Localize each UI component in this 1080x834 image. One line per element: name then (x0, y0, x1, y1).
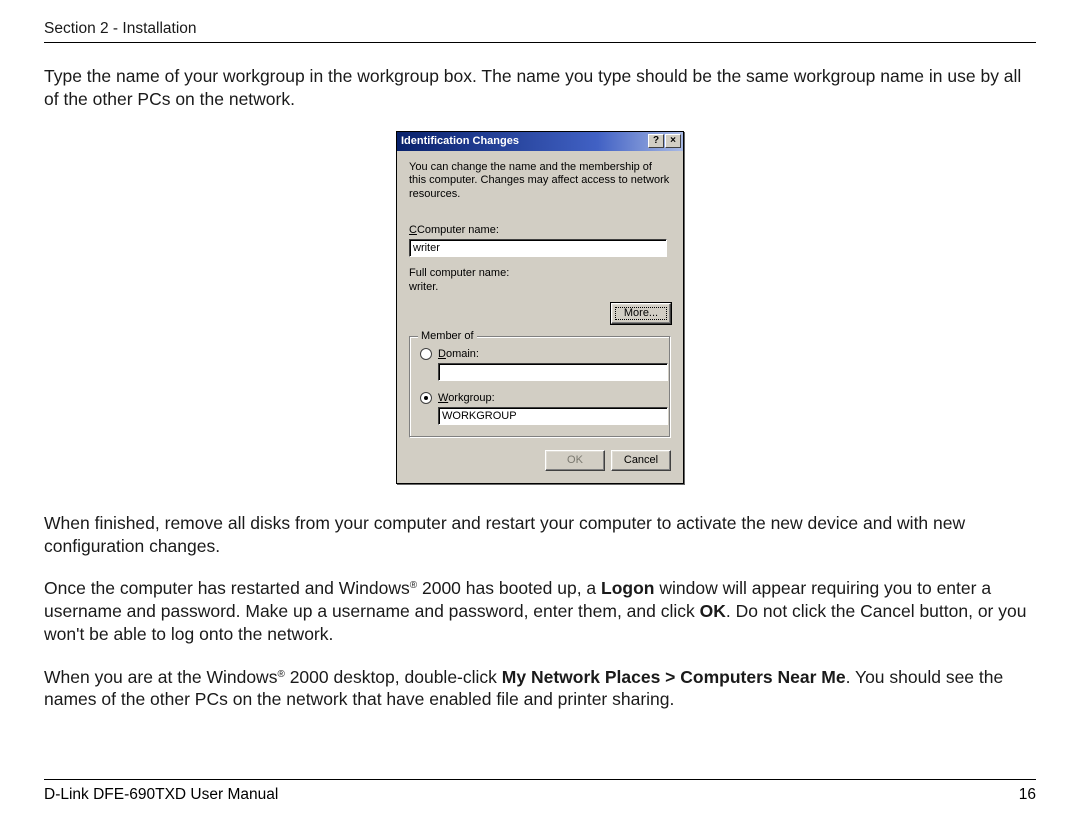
full-computer-name-value: writer. (409, 281, 671, 293)
para-3: Once the computer has restarted and Wind… (44, 577, 1036, 645)
page-footer: D-Link DFE-690TXD User Manual 16 (44, 779, 1036, 804)
workgroup-input[interactable] (438, 407, 668, 425)
para-4: When you are at the Windows® 2000 deskto… (44, 666, 1036, 712)
para-2: When finished, remove all disks from you… (44, 512, 1036, 558)
dialog-description: You can change the name and the membersh… (409, 161, 671, 202)
computer-name-label: CComputer name: (409, 224, 671, 236)
titlebar-buttons: ? × (648, 134, 681, 148)
footer-left: D-Link DFE-690TXD User Manual (44, 786, 278, 804)
dialog-title: Identification Changes (401, 135, 519, 147)
domain-radio-label: Domain: (438, 348, 479, 360)
domain-radio[interactable] (420, 348, 432, 360)
page-header: Section 2 - Installation (44, 20, 1036, 43)
close-icon[interactable]: × (665, 134, 681, 148)
domain-radio-row[interactable]: Domain: (420, 348, 660, 360)
computer-name-input[interactable] (409, 239, 667, 257)
page-number: 16 (1019, 786, 1036, 804)
cancel-button[interactable]: Cancel (611, 450, 671, 471)
more-button[interactable]: More... (611, 303, 671, 324)
domain-input[interactable] (438, 363, 668, 381)
full-computer-name-label: Full computer name: (409, 267, 671, 279)
dialog-body: You can change the name and the membersh… (397, 151, 683, 483)
member-of-fieldset: Member of Domain: Workgroup: (409, 336, 671, 438)
workgroup-radio[interactable] (420, 392, 432, 404)
dialog-screenshot: Identification Changes ? × You can chang… (44, 131, 1036, 484)
para-1: Type the name of your workgroup in the w… (44, 65, 1036, 111)
workgroup-radio-row[interactable]: Workgroup: (420, 392, 660, 404)
workgroup-radio-label: Workgroup: (438, 392, 495, 404)
titlebar: Identification Changes ? × (397, 132, 683, 151)
help-icon[interactable]: ? (648, 134, 664, 148)
dialog-button-row: OK Cancel (409, 450, 671, 471)
ok-button[interactable]: OK (545, 450, 605, 471)
section-title: Section 2 - Installation (44, 20, 1036, 38)
identification-changes-dialog: Identification Changes ? × You can chang… (396, 131, 684, 484)
member-of-legend: Member of (418, 330, 477, 342)
